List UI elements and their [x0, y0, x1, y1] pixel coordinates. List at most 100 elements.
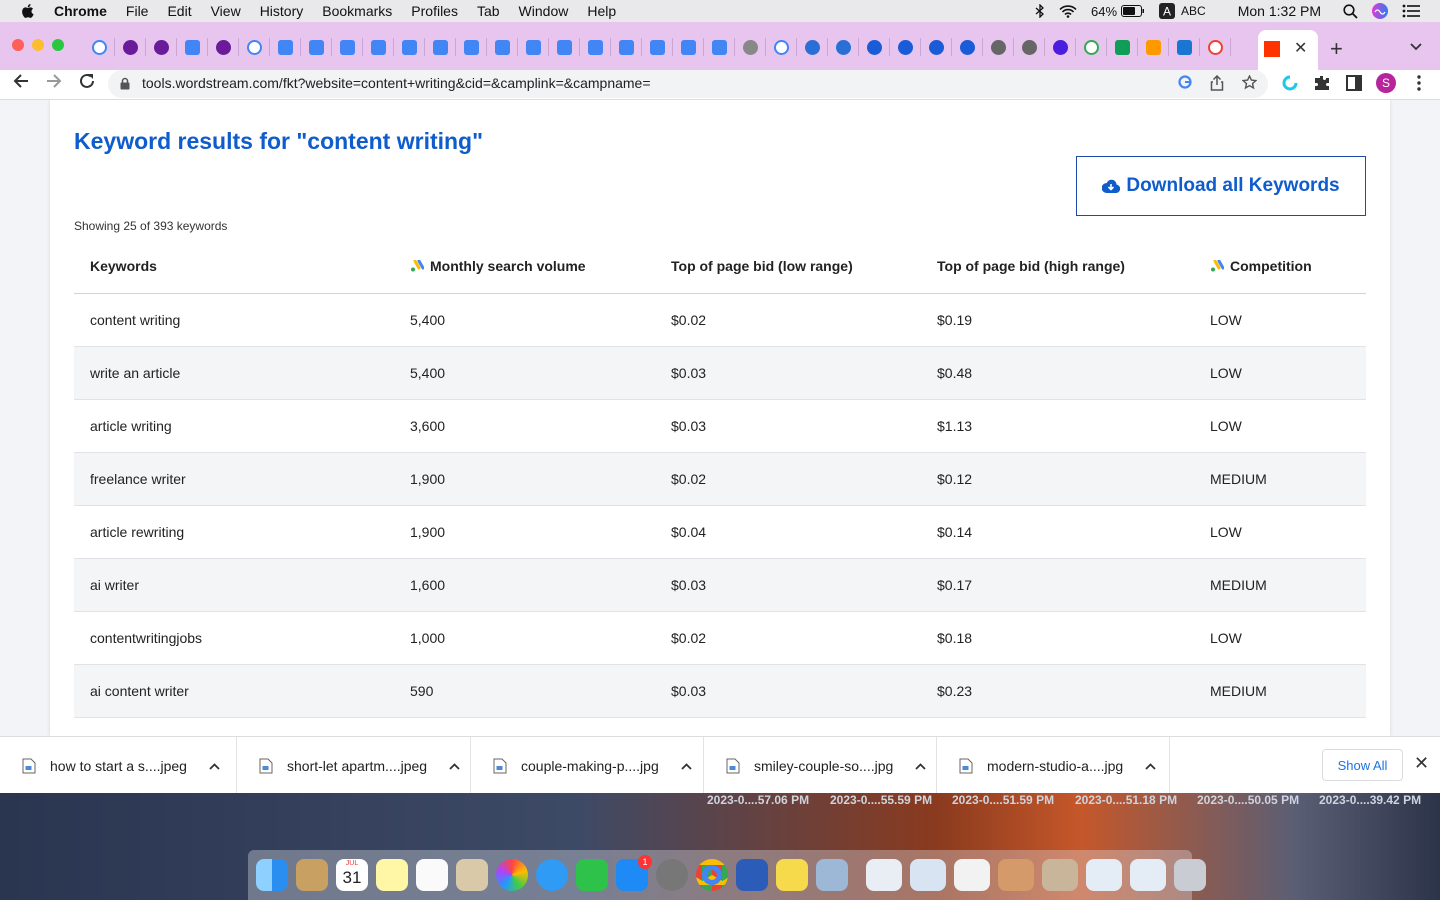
column-header-competition[interactable]: Competition: [1194, 240, 1366, 294]
tab-active-wordstream[interactable]: ✕: [1258, 30, 1318, 70]
new-tab-icon[interactable]: +: [1330, 36, 1343, 62]
image-capture-icon[interactable]: [816, 859, 848, 891]
tab-google-docs-favicon-icon[interactable]: [580, 38, 611, 56]
preview-icon[interactable]: [456, 859, 488, 891]
tab-google-docs-favicon-icon[interactable]: [704, 38, 735, 56]
reminders-icon[interactable]: [416, 859, 448, 891]
tab-google-docs-favicon-icon[interactable]: [301, 38, 332, 56]
google-lens-icon[interactable]: [1178, 75, 1192, 92]
tab-google-favicon-icon[interactable]: [84, 38, 115, 56]
extension-loader-icon[interactable]: [1281, 74, 1299, 92]
microsoft-word-icon[interactable]: [736, 859, 768, 891]
address-bar[interactable]: tools.wordstream.com/fkt?website=content…: [108, 70, 1268, 98]
menu-tab[interactable]: Tab: [477, 3, 500, 19]
tab-purple-app-favicon-icon[interactable]: [208, 38, 239, 56]
finder-icon[interactable]: [256, 859, 288, 891]
tab-google-docs-favicon-icon[interactable]: [549, 38, 580, 56]
notes-icon[interactable]: [376, 859, 408, 891]
menu-help[interactable]: Help: [587, 3, 616, 19]
desktop-file-label[interactable]: 2023-0....51.18 PM: [1075, 793, 1177, 807]
tab-google-sheets-favicon-icon[interactable]: [1107, 38, 1138, 56]
facetime-icon[interactable]: [576, 859, 608, 891]
recent-file-thumbnail[interactable]: [1086, 859, 1122, 891]
tab-google-docs-favicon-icon[interactable]: [456, 38, 487, 56]
tab-google-docs-favicon-icon[interactable]: [177, 38, 208, 56]
tab-reddit-favicon-icon[interactable]: [952, 38, 983, 56]
desktop-file-label[interactable]: 2023-0....50.05 PM: [1197, 793, 1299, 807]
download-item[interactable]: couple-making-p....jpg: [471, 737, 704, 794]
tab-circle-favicon-icon[interactable]: [1045, 38, 1076, 56]
extensions-puzzle-icon[interactable]: [1313, 74, 1331, 92]
chevron-up-icon[interactable]: [1145, 759, 1156, 773]
show-all-downloads-button[interactable]: Show All: [1322, 749, 1403, 781]
tab-google-docs-favicon-icon[interactable]: [394, 38, 425, 56]
chrome-icon[interactable]: [696, 859, 728, 891]
tab-purple-app-favicon-icon[interactable]: [146, 38, 177, 56]
tab-google-docs-favicon-icon[interactable]: [611, 38, 642, 56]
trash-icon[interactable]: [1174, 859, 1206, 891]
menu-profiles[interactable]: Profiles: [411, 3, 458, 19]
lock-icon[interactable]: [120, 77, 130, 90]
tab-globe-favicon-icon[interactable]: [1014, 38, 1045, 56]
reload-icon[interactable]: [78, 72, 96, 96]
tab-google-favicon-icon[interactable]: [766, 38, 797, 56]
profile-avatar[interactable]: S: [1376, 73, 1396, 93]
chrome-menu-icon[interactable]: [1410, 74, 1428, 92]
menu-window[interactable]: Window: [519, 3, 569, 19]
menu-edit[interactable]: Edit: [167, 3, 191, 19]
recent-file-thumbnail[interactable]: [1042, 859, 1078, 891]
tab-google-docs-favicon-icon[interactable]: [487, 38, 518, 56]
close-tab-icon[interactable]: ✕: [1294, 38, 1307, 58]
download-item[interactable]: short-let apartm....jpeg: [237, 737, 471, 794]
menu-file[interactable]: File: [126, 3, 149, 19]
tab-wordstream-favicon-icon[interactable]: [797, 38, 828, 56]
recent-file-thumbnail[interactable]: [866, 859, 902, 891]
close-shelf-icon[interactable]: ✕: [1414, 753, 1429, 774]
desktop-file-label[interactable]: 2023-0....55.59 PM: [830, 793, 932, 807]
column-header-bid-low[interactable]: Top of page bid (low range): [655, 240, 921, 294]
bluetooth-icon[interactable]: [1035, 4, 1045, 18]
photos-icon[interactable]: [496, 859, 528, 891]
recent-file-thumbnail[interactable]: [910, 859, 946, 891]
battery-icon[interactable]: [1121, 5, 1145, 17]
system-preferences-icon[interactable]: [656, 859, 688, 891]
calendar-icon[interactable]: JUL 31: [336, 859, 368, 891]
side-panel-icon[interactable]: [1345, 74, 1363, 92]
desktop-file-label[interactable]: 2023-0....57.06 PM: [707, 793, 809, 807]
close-window-button[interactable]: [12, 39, 24, 51]
recent-file-thumbnail[interactable]: [998, 859, 1034, 891]
menu-view[interactable]: View: [211, 3, 241, 19]
chevron-up-icon[interactable]: [915, 759, 926, 773]
tab-m-favicon-icon[interactable]: [1169, 38, 1200, 56]
desktop-file-label[interactable]: 2023-0....51.59 PM: [952, 793, 1054, 807]
tab-reddit-favicon-icon[interactable]: [890, 38, 921, 56]
tab-google-docs-favicon-icon[interactable]: [425, 38, 456, 56]
tab-google-favicon-icon[interactable]: [239, 38, 270, 56]
tab-google-favicon-icon[interactable]: [1076, 38, 1107, 56]
chevron-up-icon[interactable]: [681, 759, 692, 773]
minimize-window-button[interactable]: [32, 39, 44, 51]
tab-google-docs-favicon-icon[interactable]: [363, 38, 394, 56]
share-icon[interactable]: [1210, 74, 1224, 94]
contacts-icon[interactable]: [296, 859, 328, 891]
tab-google-favicon-icon[interactable]: [1200, 38, 1231, 56]
menu-app-name[interactable]: Chrome: [54, 3, 107, 19]
apple-icon[interactable]: [20, 3, 36, 19]
stickies-icon[interactable]: [776, 859, 808, 891]
menu-history[interactable]: History: [260, 3, 304, 19]
siri-icon[interactable]: [1372, 3, 1388, 19]
tab-google-docs-favicon-icon[interactable]: [518, 38, 549, 56]
input-source-icon[interactable]: A: [1159, 3, 1176, 19]
messages-icon[interactable]: [536, 859, 568, 891]
download-item[interactable]: smiley-couple-so....jpg: [704, 737, 937, 794]
recent-file-thumbnail[interactable]: [954, 859, 990, 891]
download-item[interactable]: how to start a s....jpeg: [0, 737, 237, 794]
desktop-file-label[interactable]: 2023-0....39.42 PM: [1319, 793, 1421, 807]
tab-globe-favicon-icon[interactable]: [983, 38, 1014, 56]
chevron-up-icon[interactable]: [209, 759, 220, 773]
column-header-keywords[interactable]: Keywords: [74, 240, 394, 294]
column-header-bid-high[interactable]: Top of page bid (high range): [921, 240, 1194, 294]
back-arrow-icon[interactable]: [12, 72, 30, 96]
spotlight-search-icon[interactable]: [1343, 3, 1358, 19]
chevron-up-icon[interactable]: [449, 759, 460, 773]
